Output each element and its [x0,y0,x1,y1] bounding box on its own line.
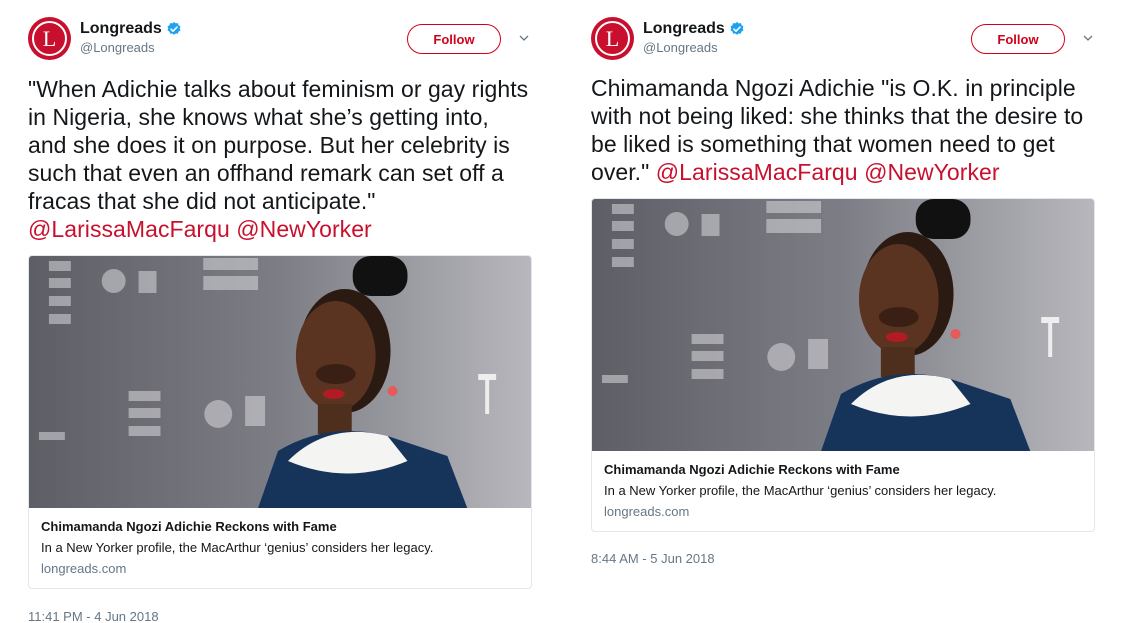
mention-link[interactable]: @LarissaMacFarqu [28,216,230,242]
tweet-text: "When Adichie talks about feminism or ga… [28,75,533,243]
avatar-logo-letter: L [605,25,620,51]
tweet: L Longreads @Longreads Follow Chimamanda… [591,0,1111,566]
tweet-header: L Longreads @Longreads Follow [28,0,548,70]
card-title[interactable]: Chimamanda Ngozi Adichie Reckons with Fa… [41,519,519,534]
author-display-name[interactable]: Longreads [643,20,725,38]
avatar-logo-letter: L [42,25,57,51]
card-image[interactable] [592,199,1094,451]
link-card[interactable]: Chimamanda Ngozi Adichie Reckons with Fa… [591,198,1095,532]
card-image[interactable] [29,256,531,508]
author-display-name[interactable]: Longreads [80,20,162,38]
card-domain: longreads.com [41,561,127,576]
tweet-text: Chimamanda Ngozi Adichie "is O.K. in pri… [591,74,1101,186]
verified-badge-icon [730,22,744,35]
chevron-down-icon[interactable] [1082,32,1094,44]
card-domain: longreads.com [604,504,690,519]
tweet-timestamp[interactable]: 8:44 AM - 5 Jun 2018 [591,551,1111,566]
author-names: Longreads @Longreads [643,20,745,55]
avatar[interactable]: L [28,17,71,60]
tweet: L Longreads @Longreads Follow "When Adic… [28,0,548,623]
verified-badge-icon [167,22,181,35]
tweet-timestamp[interactable]: 11:41 PM - 4 Jun 2018 [28,609,548,623]
avatar[interactable]: L [591,17,634,60]
card-description: In a New Yorker profile, the MacArthur ‘… [604,483,997,498]
mention-link[interactable]: @NewYorker [236,216,372,242]
card-title[interactable]: Chimamanda Ngozi Adichie Reckons with Fa… [604,462,1082,477]
card-body: Chimamanda Ngozi Adichie Reckons with Fa… [29,508,531,588]
follow-button[interactable]: Follow [407,24,501,54]
tweet-header: L Longreads @Longreads Follow [591,0,1111,70]
card-description: In a New Yorker profile, the MacArthur ‘… [41,540,434,555]
avatar-ring: L [32,21,67,56]
author-handle[interactable]: @Longreads [80,40,182,55]
card-body: Chimamanda Ngozi Adichie Reckons with Fa… [592,451,1094,531]
author-names: Longreads @Longreads [80,20,182,55]
follow-button[interactable]: Follow [971,24,1065,54]
chevron-down-icon[interactable] [518,32,530,44]
link-card[interactable]: Chimamanda Ngozi Adichie Reckons with Fa… [28,255,532,589]
mention-link[interactable]: @NewYorker [864,159,1000,185]
author-handle[interactable]: @Longreads [643,40,745,55]
mention-link[interactable]: @LarissaMacFarqu [656,159,858,185]
avatar-ring: L [595,21,630,56]
tweet-body: "When Adichie talks about feminism or ga… [28,76,529,214]
